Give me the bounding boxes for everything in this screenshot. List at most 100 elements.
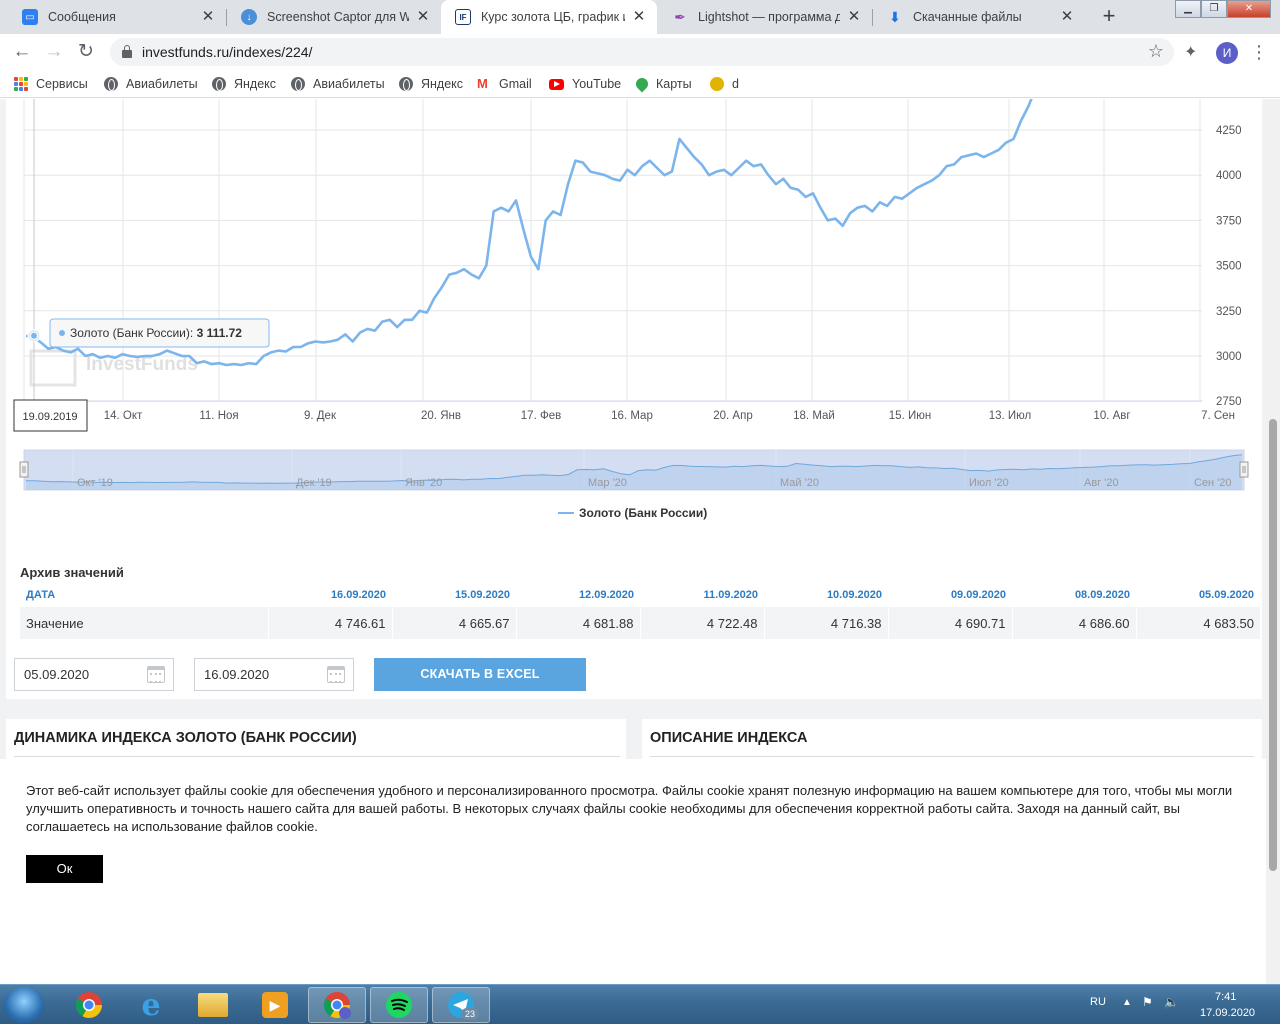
- tray-arrow-icon[interactable]: ▲: [1122, 997, 1132, 1008]
- extensions-puzzle-icon[interactable]: ✦: [1184, 42, 1197, 62]
- download-icon: ⬇: [889, 8, 901, 25]
- download-excel-button[interactable]: СКАЧАТЬ В EXCEL: [374, 658, 586, 691]
- close-icon[interactable]: ✕: [1059, 9, 1075, 25]
- reload-button[interactable]: ↻: [74, 41, 98, 63]
- clock-date[interactable]: 17.09.2020: [1200, 1007, 1255, 1019]
- chrome-profile-icon[interactable]: [308, 987, 366, 1023]
- navigator-tick-label: Янв '20: [405, 477, 442, 489]
- forward-button[interactable]: →: [42, 41, 66, 63]
- globe-icon: [104, 77, 118, 91]
- media-player-icon[interactable]: ▶: [246, 987, 304, 1023]
- crosshair-date-text: 19.09.2019: [22, 411, 77, 423]
- calendar-icon[interactable]: [147, 666, 165, 683]
- x-tick-label: 15. Июн: [889, 410, 931, 422]
- tab-screenshot-captor[interactable]: ↓ Screenshot Captor для Wind ✕: [227, 0, 441, 34]
- clock-time[interactable]: 7:41: [1215, 991, 1236, 1003]
- cookie-banner: Этот веб-сайт использует файлы cookie дл…: [0, 759, 1266, 984]
- date-column-header: 09.09.2020: [950, 589, 1006, 601]
- spotify-icon[interactable]: [370, 987, 428, 1023]
- bookmark-youtube[interactable]: YouTube: [549, 75, 621, 93]
- volume-icon[interactable]: 🔈: [1164, 995, 1179, 1009]
- tab-messages[interactable]: ▭ Сообщения ✕: [8, 0, 226, 34]
- bookmark-maps[interactable]: Карты: [633, 75, 692, 93]
- language-indicator[interactable]: RU: [1090, 996, 1106, 1008]
- screenshot-captor-icon: ↓: [241, 9, 257, 25]
- minimize-button[interactable]: ▁: [1175, 0, 1201, 18]
- x-tick-label: 13. Июл: [989, 410, 1032, 422]
- tab-downloads[interactable]: ⬇ Скачанные файлы ✕: [873, 0, 1085, 34]
- tab-investfunds[interactable]: IF Курс золота ЦБ, график и д ✕: [441, 0, 657, 34]
- back-button[interactable]: ←: [10, 41, 34, 63]
- url-text: investfunds.ru/indexes/224/: [142, 44, 313, 60]
- navigator-tick-label: Сен '20: [1194, 477, 1232, 489]
- maximize-button[interactable]: ❐: [1201, 0, 1227, 18]
- date-column-header: 16.09.2020: [330, 589, 386, 601]
- hover-point: [30, 331, 38, 340]
- bookmark-services[interactable]: Сервисы: [14, 75, 88, 93]
- action-center-icon[interactable]: ⚑: [1142, 995, 1153, 1009]
- gold-price-chart[interactable]: InvestFunds27503000325035003750400042501…: [6, 99, 1262, 539]
- date-from-input[interactable]: 05.09.2020: [14, 658, 174, 691]
- close-icon[interactable]: ✕: [846, 9, 862, 25]
- scrollbar-thumb[interactable]: [1269, 419, 1277, 871]
- y-tick-label: 4250: [1216, 125, 1242, 137]
- y-tick-label: 2750: [1216, 396, 1242, 408]
- bookmark-aviabilety[interactable]: Авиабилеты: [104, 75, 198, 93]
- date-column-header: 11.09.2020: [703, 589, 758, 601]
- archive-title: Архив значений: [20, 565, 124, 580]
- telegram-icon[interactable]: 23: [432, 987, 490, 1023]
- messages-icon: ▭: [22, 9, 38, 25]
- x-tick-label: 18. Май: [793, 410, 835, 422]
- table-cell-value: 4 686.60: [1011, 607, 1136, 639]
- tab-title: Screenshot Captor для Wind: [267, 10, 409, 24]
- divider: [650, 756, 1254, 757]
- youtube-icon: [549, 78, 564, 90]
- close-icon[interactable]: ✕: [415, 9, 431, 25]
- navigator-handle[interactable]: [19, 461, 29, 478]
- tab-title: Lightshot — программа для: [698, 10, 840, 24]
- unread-badge: 23: [461, 1008, 480, 1020]
- ie-icon[interactable]: e: [122, 987, 180, 1023]
- bookmark-aviabilety-2[interactable]: Авиабилеты: [291, 75, 385, 93]
- x-tick-label: 10. Авг: [1093, 410, 1130, 422]
- calendar-icon[interactable]: [327, 666, 345, 683]
- new-tab-button[interactable]: +: [1096, 5, 1122, 29]
- profile-avatar[interactable]: И: [1216, 42, 1238, 64]
- tab-title: Скачанные файлы: [913, 10, 1022, 24]
- close-icon[interactable]: ✕: [200, 9, 216, 25]
- x-tick-label: 9. Дек: [304, 410, 337, 422]
- legend-item[interactable]: Золото (Банк России): [579, 506, 707, 520]
- x-tick-label: 11. Ноя: [199, 410, 238, 422]
- tab-title: Курс золота ЦБ, график и д: [481, 10, 625, 24]
- x-tick-label: 7. Сен: [1201, 410, 1235, 422]
- tab-lightshot[interactable]: ✒ Lightshot — программа для ✕: [658, 0, 872, 34]
- cookie-text: Этот веб-сайт использует файлы cookie дл…: [26, 783, 1233, 834]
- bookmarks-bar: Сервисы Авиабилеты Яндекс Авиабилеты Янд…: [0, 70, 1280, 98]
- table-cell-value: 4 716.38: [763, 607, 888, 639]
- close-icon[interactable]: ✕: [631, 9, 647, 25]
- cookie-ok-button[interactable]: Ок: [26, 855, 103, 883]
- bookmark-star-icon[interactable]: ☆: [1148, 41, 1164, 62]
- chrome-menu-icon[interactable]: ⋮: [1250, 41, 1268, 63]
- bookmark-d[interactable]: d: [710, 75, 739, 93]
- globe-icon: [212, 77, 226, 91]
- explorer-icon[interactable]: [184, 987, 242, 1023]
- navigator-handle[interactable]: [1239, 461, 1249, 478]
- value-row-label: Значение: [20, 607, 268, 639]
- chrome-icon[interactable]: [60, 987, 118, 1023]
- table-cell-value: 4 722.48: [639, 607, 764, 639]
- date-to-input[interactable]: 16.09.2020: [194, 658, 354, 691]
- close-window-button[interactable]: ✕: [1227, 0, 1271, 18]
- address-bar[interactable]: investfunds.ru/indexes/224/ ☆: [110, 38, 1174, 66]
- start-orb-icon[interactable]: [4, 987, 44, 1023]
- table-cell-value: 4 665.67: [391, 607, 516, 639]
- bookmark-yandex[interactable]: Яндекс: [212, 75, 276, 93]
- bookmark-gmail[interactable]: M Gmail: [477, 75, 532, 93]
- date-column-header: 15.09.2020: [454, 589, 510, 601]
- bookmark-yandex-2[interactable]: Яндекс: [399, 75, 463, 93]
- description-title: ОПИСАНИЕ ИНДЕКСА: [650, 730, 808, 746]
- dynamics-title: ДИНАМИКА ИНДЕКСА ЗОЛОТО (БАНК РОССИИ): [14, 730, 357, 746]
- y-tick-label: 3750: [1216, 215, 1242, 227]
- navigator-tick-label: Дек '19: [296, 477, 332, 489]
- navigator-tick-label: Май '20: [780, 477, 819, 489]
